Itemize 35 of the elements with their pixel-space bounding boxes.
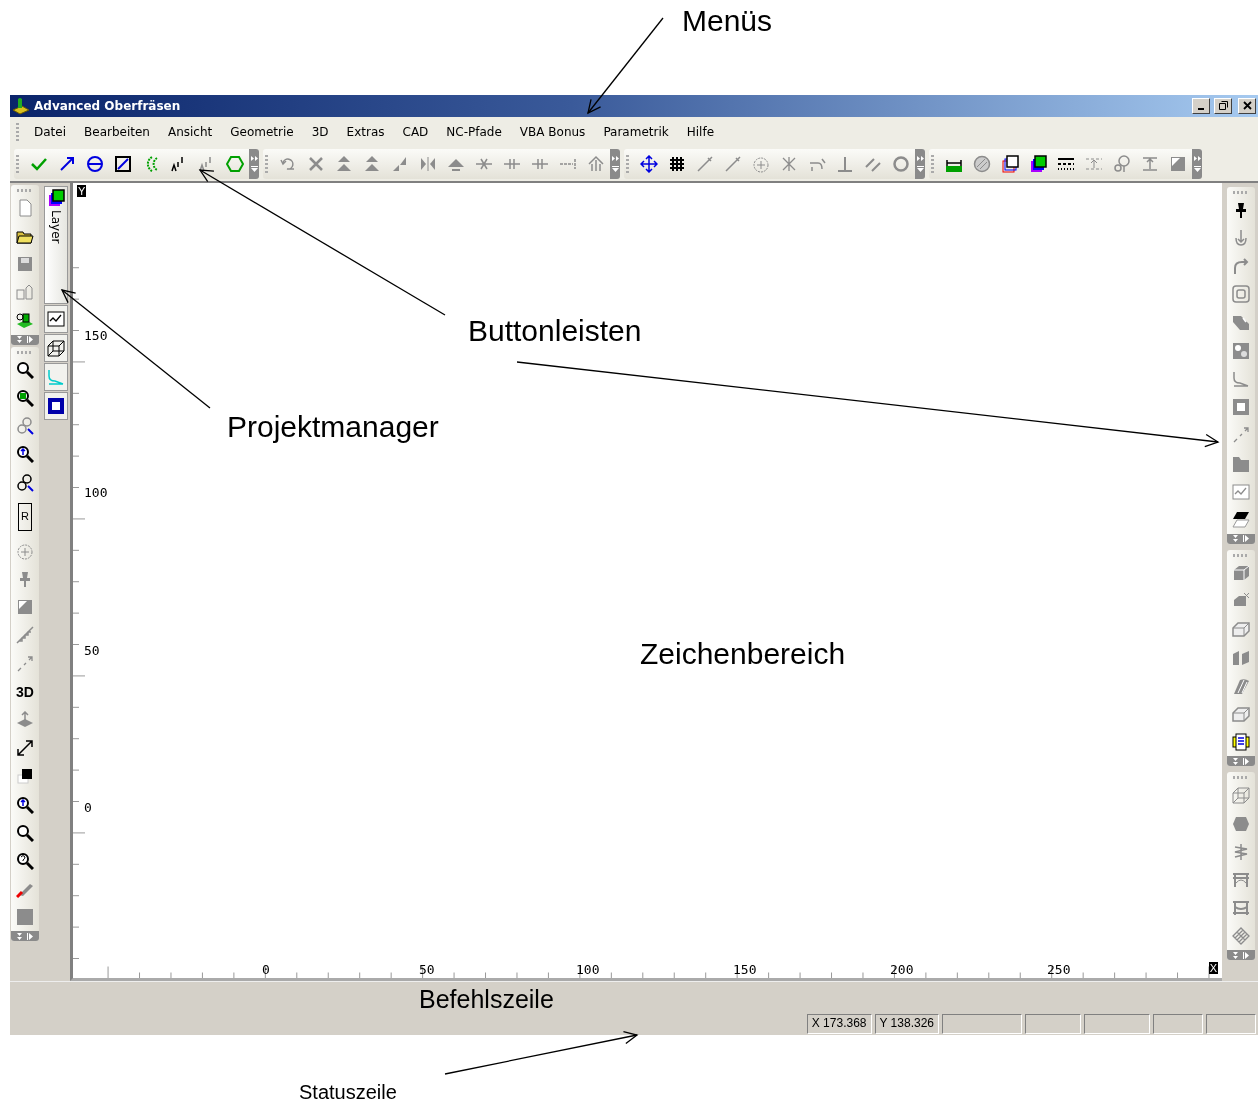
callout-label: Projektmanager	[227, 410, 439, 444]
callout-label: Zeichenbereich	[640, 637, 846, 671]
status-panel: X 173.368	[806, 1014, 872, 1034]
status-panel: Y 138.326	[874, 1014, 939, 1034]
menu-item[interactable]: Parametrik	[594, 122, 678, 141]
ruler-label: 0	[84, 800, 92, 816]
menu-item[interactable]: CAD	[393, 122, 438, 141]
y-axis-marker: Y	[77, 184, 87, 197]
menu-item[interactable]: Geometrie	[221, 122, 303, 141]
menu-item[interactable]: Bearbeiten	[75, 122, 159, 141]
ruler-label: 100	[84, 485, 108, 501]
window-title: Advanced Oberfräsen	[34, 98, 182, 113]
callout-label: Buttonleisten	[468, 314, 642, 348]
ruler-label: 50	[84, 642, 100, 658]
menu-item[interactable]: Extras	[337, 122, 394, 141]
layer-tab[interactable]: Layer	[44, 185, 68, 304]
ruler-label: 150	[733, 961, 757, 977]
ruler-label: 200	[890, 961, 914, 977]
x-axis-marker: X	[1208, 962, 1218, 975]
menu-item[interactable]: 3D	[302, 122, 338, 141]
menu-item[interactable]: Datei	[25, 122, 75, 141]
ruler-label: 150	[84, 327, 108, 343]
tool-button[interactable]: R	[18, 502, 32, 531]
ruler-label: 50	[419, 961, 435, 977]
callout-label: Menüs	[682, 4, 773, 38]
ruler-label: 250	[1047, 961, 1071, 977]
callout-label: Befehlszeile	[419, 985, 554, 1015]
menu-item[interactable]: Ansicht	[158, 122, 222, 141]
ruler-label: 0	[262, 961, 270, 977]
menu-item[interactable]: VBA Bonus	[510, 122, 595, 141]
menu-item[interactable]: NC-Pfade	[437, 122, 511, 141]
menu-item[interactable]: Hilfe	[677, 122, 724, 141]
tool-button[interactable]: 3D	[11, 677, 39, 706]
callout-label: Statuszeile	[299, 1081, 397, 1104]
ruler-label: 100	[576, 961, 600, 977]
